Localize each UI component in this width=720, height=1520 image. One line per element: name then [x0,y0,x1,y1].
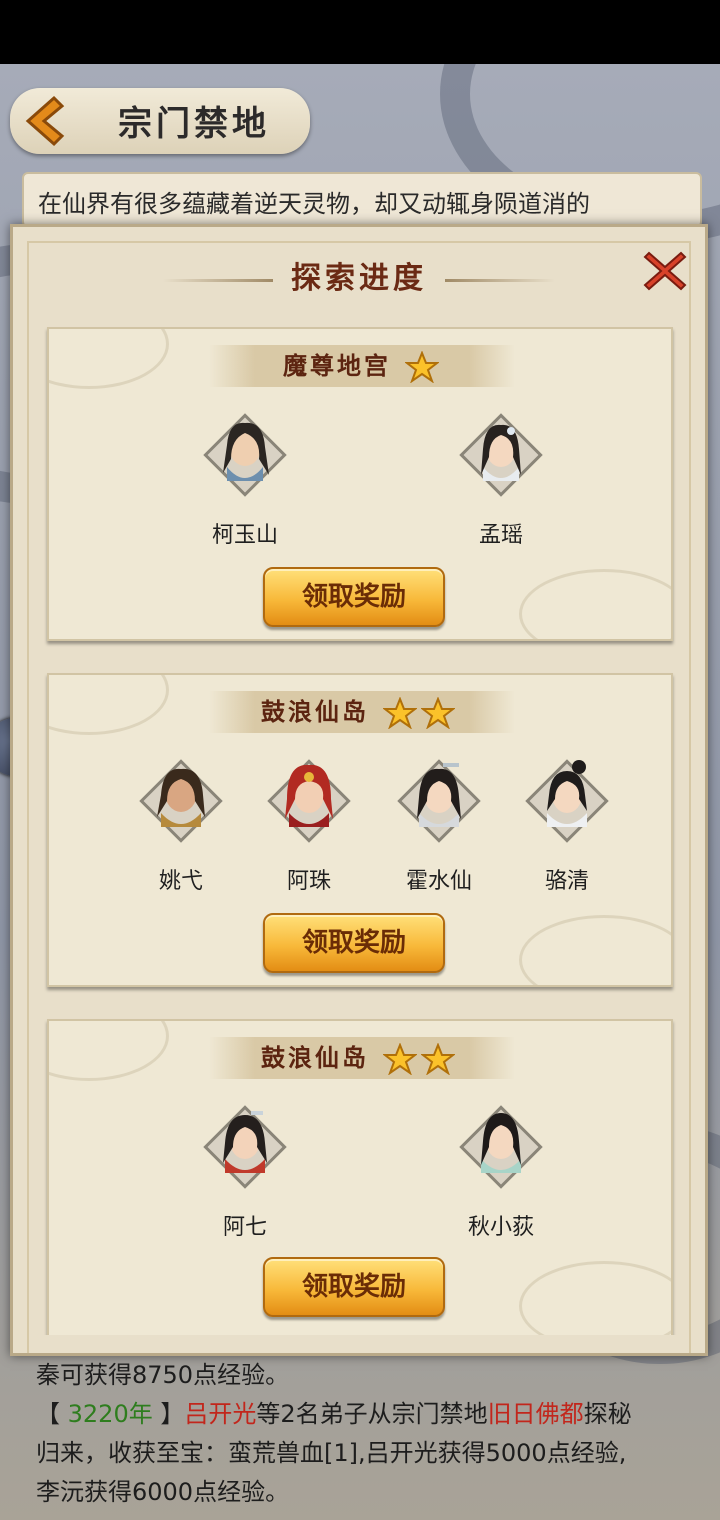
star-rating [383,1043,455,1075]
dialog-title: 探索进度 [291,261,427,296]
character-name: 骆清 [544,869,589,894]
character-slot[interactable]: 霍水仙 [379,751,499,901]
character-name: 柯玉山 [211,523,278,548]
star-rating [405,351,439,383]
character-name: 霍水仙 [405,869,472,894]
character-slot[interactable]: 柯玉山 [185,405,305,555]
character-name: 姚弋 [158,869,203,894]
character-portrait-icon [203,1105,287,1189]
claim-reward-button[interactable]: 领取奖励 [263,913,445,973]
section-ribbon: 魔尊地宫 [209,345,515,387]
star-icon [383,1043,417,1075]
character-name: 秋小荻 [467,1215,534,1240]
event-log: 秦可获得8750点经验。 【 3220年 】吕开光等2名弟子从宗门禁地旧日佛都探… [36,1356,696,1512]
section-card: 鼓浪仙岛 姚弋 阿珠 霍水仙 骆清 领取奖励 [47,673,673,987]
exploration-progress-dialog: 探索进度 魔尊地宫 柯玉山 孟瑶 领取奖励 鼓浪仙岛 姚弋 阿珠 霍水仙 骆清 … [10,224,708,1356]
page-title: 宗门禁地 [118,104,270,144]
character-slot[interactable]: 阿珠 [249,751,369,901]
section-title: 魔尊地宫 [283,351,391,380]
section-title: 鼓浪仙岛 [261,697,369,726]
character-slot[interactable]: 阿七 [185,1097,305,1247]
character-slot[interactable]: 骆清 [507,751,627,901]
star-icon [421,697,455,729]
status-bar [0,0,720,64]
log-line: 归来，收获至宝：蛮荒兽血[1],吕开光获得5000点经验, [36,1439,627,1467]
close-icon[interactable] [641,247,689,295]
character-slot[interactable]: 姚弋 [121,751,241,901]
character-slot[interactable]: 秋小荻 [441,1097,561,1247]
section-card: 魔尊地宫 柯玉山 孟瑶 领取奖励 [47,327,673,641]
section-title: 鼓浪仙岛 [261,1043,369,1072]
sections-list[interactable]: 魔尊地宫 柯玉山 孟瑶 领取奖励 鼓浪仙岛 姚弋 阿珠 霍水仙 骆清 领取奖励 … [37,319,683,1335]
intro-text: 在仙界有很多蕴藏着逆天灵物，却又动辄身陨道消的 [22,172,702,228]
character-name: 孟瑶 [478,523,523,548]
character-portrait-icon [267,759,351,843]
character-name: 阿珠 [286,869,331,894]
log-line: 【 3220年 】吕开光等2名弟子从宗门禁地旧日佛都探秘 [36,1400,632,1428]
log-person: 吕开光 [184,1400,257,1428]
log-place: 旧日佛都 [487,1400,584,1428]
back-arrow-icon[interactable] [14,92,72,150]
character-portrait-icon [397,759,481,843]
star-icon [405,351,439,383]
star-icon [383,697,417,729]
section-ribbon: 鼓浪仙岛 [209,1037,515,1079]
claim-reward-button[interactable]: 领取奖励 [263,567,445,627]
header: 宗门禁地 [0,66,720,166]
character-portrait-icon [139,759,223,843]
section-card: 鼓浪仙岛 阿七 秋小荻 领取奖励 [47,1019,673,1335]
character-portrait-icon [459,1105,543,1189]
section-ribbon: 鼓浪仙岛 [209,691,515,733]
log-line: 李沅获得6000点经验。 [36,1478,290,1506]
character-portrait-icon [203,413,287,497]
character-slot[interactable]: 孟瑶 [441,405,561,555]
log-year: 3220年 [67,1400,153,1428]
character-portrait-icon [525,759,609,843]
character-name: 阿七 [222,1215,267,1240]
star-icon [421,1043,455,1075]
log-line: 秦可获得8750点经验。 [36,1361,290,1389]
claim-reward-button[interactable]: 领取奖励 [263,1257,445,1317]
character-portrait-icon [459,413,543,497]
star-rating [383,697,455,729]
